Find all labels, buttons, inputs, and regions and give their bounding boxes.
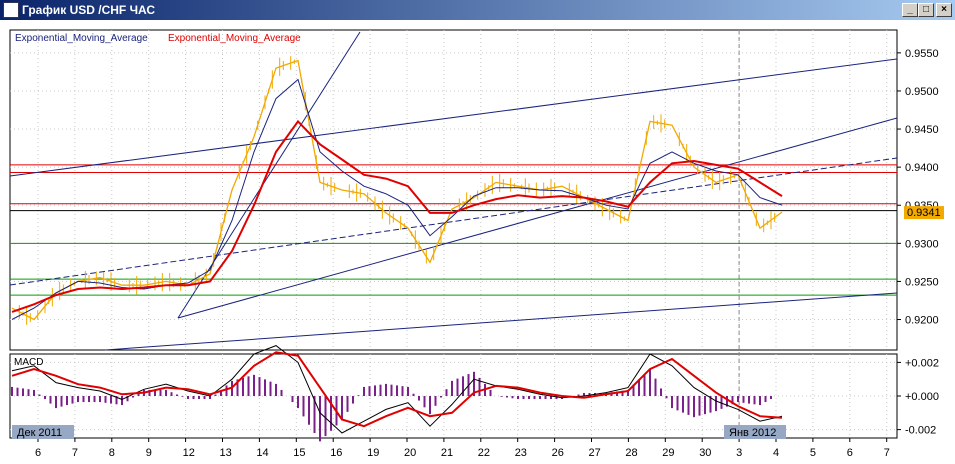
x-tick-label: 9 <box>146 447 152 459</box>
macd-y-tick-label: -0.002 <box>905 425 936 437</box>
x-tick-label: 16 <box>330 447 342 459</box>
y-tick-label: 0.9550 <box>905 48 939 60</box>
month-tag-jan: Янв 2012 <box>724 425 786 439</box>
chart-canvas[interactable]: 0.95500.95000.94500.94000.93500.93000.92… <box>0 20 955 464</box>
x-tick-label: 21 <box>441 447 453 459</box>
macd-y-tick-label: +0.002 <box>905 357 939 369</box>
x-tick-label: 29 <box>662 447 674 459</box>
x-tick-label: 22 <box>478 447 490 459</box>
month-tag-jan-text: Янв 2012 <box>729 427 776 439</box>
x-tick-label: 4 <box>773 447 779 459</box>
maximize-button[interactable]: □ <box>918 3 934 17</box>
minimize-button[interactable]: _ <box>902 3 918 17</box>
month-tag-dec-text: Дек 2011 <box>17 427 62 439</box>
y-tick-label: 0.9400 <box>905 162 939 174</box>
current-price-tag: 0.9341 <box>904 206 944 220</box>
x-tick-label: 7 <box>72 447 78 459</box>
x-tick-label: 5 <box>810 447 816 459</box>
macd-axis: +0.002 +0.000 -0.002 <box>897 357 939 437</box>
x-tick-label: 6 <box>35 447 41 459</box>
y-tick-label: 0.9450 <box>905 124 939 136</box>
x-tick-label: 3 <box>736 447 742 459</box>
x-tick-label: 14 <box>256 447 268 459</box>
legend-ema-fast: Exponential_Moving_Average <box>15 33 148 44</box>
price-panel[interactable] <box>9 29 898 351</box>
x-tick-label: 7 <box>884 447 890 459</box>
x-tick-label: 23 <box>515 447 527 459</box>
month-tag-dec: Дек 2011 <box>12 425 74 439</box>
y-tick-label: 0.9500 <box>905 86 939 98</box>
y-tick-label: 0.9200 <box>905 315 939 327</box>
y-tick-label: 0.9250 <box>905 276 939 288</box>
x-tick-label: 30 <box>699 447 711 459</box>
macd-y-tick-label: +0.000 <box>905 391 939 403</box>
x-tick-label: 6 <box>847 447 853 459</box>
x-tick-label: 26 <box>552 447 564 459</box>
x-tick-label: 27 <box>589 447 601 459</box>
window-titlebar[interactable]: График USD /CHF ЧАС _ □ × <box>0 0 955 20</box>
macd-label: MACD <box>14 357 43 368</box>
time-axis: 6 7 8 9 12 13 14 15 16 19 20 21 22 23 26 27 28 29 30 3 4 5 6 7 <box>35 438 890 459</box>
price-axis: 0.95500.95000.94500.94000.93500.93000.92… <box>897 48 939 327</box>
x-tick-label: 8 <box>109 447 115 459</box>
x-tick-label: 28 <box>625 447 637 459</box>
x-tick-label: 15 <box>293 447 305 459</box>
window-title: График USD /CHF ЧАС <box>22 3 156 17</box>
close-button[interactable]: × <box>936 3 952 17</box>
x-tick-label: 12 <box>183 447 195 459</box>
x-tick-label: 19 <box>367 447 379 459</box>
y-tick-label: 0.9300 <box>905 238 939 250</box>
x-tick-label: 20 <box>404 447 416 459</box>
chart-app-icon <box>3 2 19 18</box>
x-tick-label: 13 <box>220 447 232 459</box>
legend-ema-slow: Exponential_Moving_Average <box>168 33 301 44</box>
chart-window-client[interactable]: 0.95500.95000.94500.94000.93500.93000.92… <box>0 20 955 464</box>
current-price-value: 0.9341 <box>907 207 941 219</box>
